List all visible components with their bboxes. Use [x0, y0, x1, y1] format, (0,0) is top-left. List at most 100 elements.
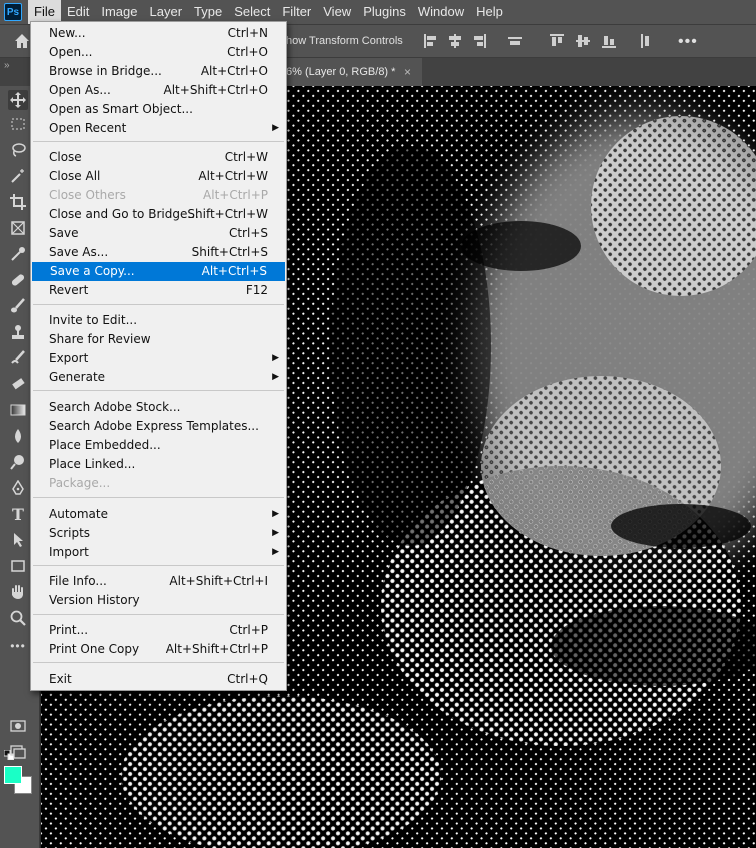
menu-window[interactable]: Window [412, 0, 470, 24]
file-menu-item-exit[interactable]: Exit Ctrl+Q [31, 670, 286, 689]
file-menu-item-place-embedded[interactable]: Place Embedded... [31, 436, 286, 455]
menu-view[interactable]: View [317, 0, 357, 24]
menu-plugins[interactable]: Plugins [357, 0, 412, 24]
document-tab-title: 6% (Layer 0, RGB/8) * [286, 66, 396, 78]
file-menu-item-import[interactable]: Import ▶ [31, 543, 286, 562]
file-menu-item-search-adobe-stock[interactable]: Search Adobe Stock... [31, 398, 286, 417]
menu-item-label: Scripts [49, 526, 91, 540]
file-menu-item-save[interactable]: Save Ctrl+S [31, 224, 286, 243]
file-menu-item-close-and-go-to-bridge[interactable]: Close and Go to Bridge... Shift+Ctrl+W [31, 205, 286, 224]
gradient-tool-icon[interactable] [8, 400, 28, 420]
type-tool-icon[interactable]: T [8, 504, 28, 524]
marquee-tool-icon[interactable] [8, 114, 28, 134]
distribute-icon[interactable] [508, 34, 522, 48]
file-menu-item-share-for-review[interactable]: Share for Review [31, 330, 286, 349]
file-menu-item-place-linked[interactable]: Place Linked... [31, 455, 286, 474]
file-menu-item-search-adobe-express-templates[interactable]: Search Adobe Express Templates... [31, 417, 286, 436]
menu-item-label: Close and Go to Bridge... [49, 207, 199, 221]
file-menu-item-print[interactable]: Print... Ctrl+P [31, 621, 286, 640]
history-brush-tool-icon[interactable] [8, 348, 28, 368]
align-left-icon[interactable] [424, 34, 438, 48]
align-vertical-center-icon[interactable] [576, 34, 590, 48]
menu-item-label: Search Adobe Stock... [49, 400, 181, 414]
menu-separator [33, 390, 284, 391]
home-icon[interactable] [14, 33, 30, 49]
menu-item-shortcut: Alt+Ctrl+O [200, 64, 268, 78]
magic-wand-tool-icon[interactable] [8, 166, 28, 186]
menu-item-shortcut: Alt+Ctrl+S [201, 264, 267, 278]
menu-item-label: Place Linked... [49, 457, 136, 471]
file-menu-item-close[interactable]: Close Ctrl+W [31, 148, 286, 167]
screen-mode-icon[interactable] [8, 742, 28, 762]
file-menu-item-new[interactable]: New... Ctrl+N [31, 24, 286, 43]
eraser-tool-icon[interactable] [8, 374, 28, 394]
align-right-icon[interactable] [472, 34, 486, 48]
menu-item-label: Close [49, 150, 82, 164]
edit-toolbar-icon[interactable]: ••• [8, 636, 28, 656]
file-menu-dropdown: New... Ctrl+N Open... Ctrl+O Browse in Bridg… [30, 21, 287, 691]
pen-tool-icon[interactable] [8, 478, 28, 498]
file-menu-item-scripts[interactable]: Scripts ▶ [31, 524, 286, 543]
menu-item-shortcut: Ctrl+N [227, 26, 268, 40]
clone-stamp-tool-icon[interactable] [8, 322, 28, 342]
file-menu-item-print-one-copy[interactable]: Print One Copy Alt+Shift+Ctrl+P [31, 640, 286, 659]
frame-tool-icon[interactable] [8, 218, 28, 238]
align-horizontal-center-icon[interactable] [448, 34, 462, 48]
file-menu-item-save-as[interactable]: Save As... Shift+Ctrl+S [31, 243, 286, 262]
menu-item-shortcut: Alt+Shift+Ctrl+I [169, 574, 268, 588]
menu-item-label: Save As... [49, 245, 109, 259]
menu-item-label: New... [49, 26, 86, 40]
file-menu-item-close-all[interactable]: Close All Alt+Ctrl+W [31, 167, 286, 186]
menu-item-shortcut: Alt+Shift+Ctrl+O [163, 83, 268, 97]
rectangle-tool-icon[interactable] [8, 556, 28, 576]
more-options-icon[interactable]: ••• [678, 33, 698, 51]
expand-panels-icon[interactable]: » [4, 60, 10, 71]
menu-separator [33, 565, 284, 566]
blur-tool-icon[interactable] [8, 426, 28, 446]
file-menu-item-save-a-copy[interactable]: Save a Copy... Alt+Ctrl+S [32, 262, 285, 281]
foreground-color-swatch[interactable] [4, 766, 22, 784]
quick-mask-icon[interactable] [8, 716, 28, 736]
file-menu-item-open[interactable]: Open... Ctrl+O [31, 43, 286, 62]
healing-brush-tool-icon[interactable] [8, 270, 28, 290]
file-menu-item-close-others: Close Others Alt+Ctrl+P [31, 186, 286, 205]
submenu-arrow-icon: ▶ [272, 509, 279, 519]
menu-item-label: Save [49, 226, 79, 240]
file-menu-item-revert[interactable]: Revert F12 [31, 281, 286, 300]
dodge-tool-icon[interactable] [8, 452, 28, 472]
align-top-icon[interactable] [550, 34, 564, 48]
align-bottom-icon[interactable] [602, 34, 616, 48]
submenu-arrow-icon: ▶ [272, 528, 279, 538]
show-transform-controls-label[interactable]: how Transform Controls [286, 35, 403, 47]
menu-item-shortcut: Ctrl+S [228, 226, 268, 240]
file-menu-item-open-as-smart-object[interactable]: Open as Smart Object... [31, 100, 286, 119]
file-menu-item-open-recent[interactable]: Open Recent ▶ [31, 119, 286, 138]
move-tool-icon[interactable] [8, 90, 28, 110]
menu-separator [33, 304, 284, 305]
file-menu-item-generate[interactable]: Generate ▶ [31, 368, 286, 387]
distribute-vertical-icon[interactable] [638, 34, 652, 48]
file-menu-item-export[interactable]: Export ▶ [31, 349, 286, 368]
menu-item-label: Print... [49, 623, 89, 637]
menu-item-label: Close Others [49, 188, 126, 202]
document-tab[interactable]: 6% (Layer 0, RGB/8) * [286, 58, 422, 86]
file-menu-item-version-history[interactable]: Version History [31, 591, 286, 610]
menu-help[interactable]: Help [470, 0, 509, 24]
menu-item-label: Version History [49, 593, 140, 607]
file-menu-item-automate[interactable]: Automate ▶ [31, 505, 286, 524]
file-menu-item-file-info[interactable]: File Info... Alt+Shift+Ctrl+I [31, 572, 286, 591]
path-selection-tool-icon[interactable] [8, 530, 28, 550]
crop-tool-icon[interactable] [8, 192, 28, 212]
menu-separator [33, 141, 284, 142]
eyedropper-tool-icon[interactable] [8, 244, 28, 264]
file-menu-item-browse-in-bridge[interactable]: Browse in Bridge... Alt+Ctrl+O [31, 62, 286, 81]
menu-item-label: Exit [49, 672, 72, 686]
photoshop-logo: Ps [4, 3, 22, 21]
file-menu-item-invite-to-edit[interactable]: Invite to Edit... [31, 311, 286, 330]
file-menu-item-open-as[interactable]: Open As... Alt+Shift+Ctrl+O [31, 81, 286, 100]
close-icon[interactable]: × [404, 65, 411, 79]
lasso-tool-icon[interactable] [8, 140, 28, 160]
brush-tool-icon[interactable] [8, 296, 28, 316]
zoom-tool-icon[interactable] [8, 608, 28, 628]
hand-tool-icon[interactable] [8, 582, 28, 602]
